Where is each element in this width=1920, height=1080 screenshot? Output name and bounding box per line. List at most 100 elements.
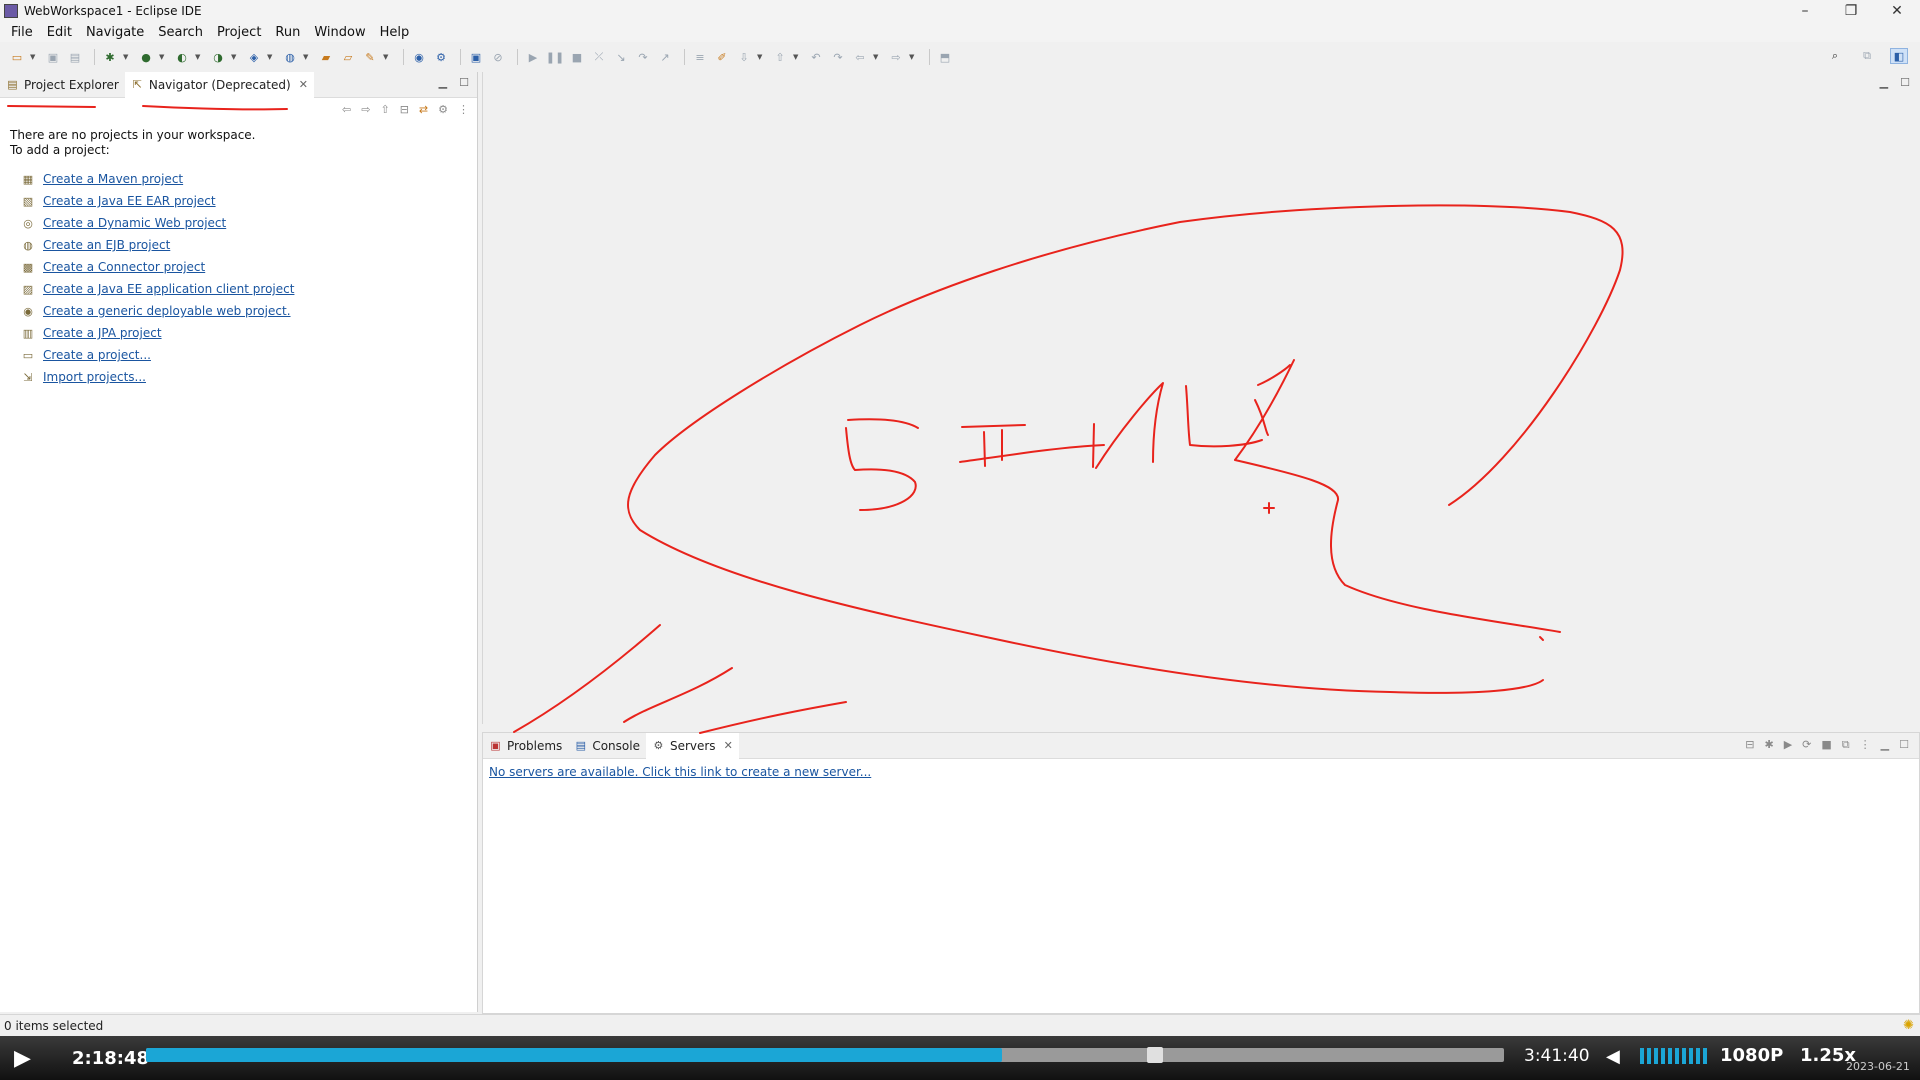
menu-search[interactable]: Search — [151, 25, 210, 40]
redo-edit-icon[interactable]: ↷ — [829, 49, 847, 65]
chevron-down-icon[interactable]: ▼ — [30, 53, 38, 61]
create-ear-link[interactable]: Create a Java EE EAR project — [43, 194, 216, 208]
coverage-icon[interactable]: ◐ — [173, 49, 191, 65]
save-all-icon[interactable]: ▤ — [66, 49, 84, 65]
tab-navigator[interactable]: ⇱ Navigator (Deprecated) ✕ — [124, 71, 314, 98]
menu-help[interactable]: Help — [373, 25, 417, 40]
quality-button[interactable]: 1080P — [1720, 1045, 1783, 1066]
new-server-icon[interactable]: ◈ — [245, 49, 263, 65]
restore-button[interactable]: ❐ — [1828, 0, 1874, 22]
debug-icon[interactable]: ✱ — [101, 49, 119, 65]
create-connector-link[interactable]: Create a Connector project — [43, 260, 205, 274]
start-server-icon[interactable]: ▶ — [1784, 738, 1792, 752]
seek-handle[interactable] — [1147, 1047, 1163, 1063]
tab-problems[interactable]: ▣ Problems — [483, 733, 568, 759]
create-app-client-link[interactable]: Create a Java EE application client proj… — [43, 282, 294, 296]
view-menu-icon[interactable]: ⋮ — [1860, 738, 1871, 752]
console-view-icon[interactable]: ▣ — [467, 49, 485, 65]
open-perspective-icon[interactable]: ⧉ — [1858, 48, 1876, 64]
pin-editor-icon[interactable]: ⬒ — [936, 49, 954, 65]
menu-navigate[interactable]: Navigate — [79, 25, 151, 40]
forward-icon[interactable]: ⇨ — [887, 49, 905, 65]
create-ejb-link[interactable]: Create an EJB project — [43, 238, 170, 252]
collapse-all-icon[interactable]: ⊟ — [1745, 738, 1754, 752]
back-icon[interactable]: ⇦ — [342, 103, 351, 116]
chevron-down-icon[interactable]: ▼ — [873, 53, 881, 61]
chevron-down-icon[interactable]: ▼ — [231, 53, 239, 61]
resume-icon[interactable]: ▶ — [524, 49, 542, 65]
minimize-button[interactable]: – — [1782, 0, 1828, 22]
suspend-icon[interactable]: ❚❚ — [546, 49, 564, 65]
create-maven-link[interactable]: Create a Maven project — [43, 172, 183, 186]
minimize-icon[interactable]: ▁ — [439, 76, 447, 89]
profile-server-icon[interactable]: ⟳ — [1802, 738, 1811, 752]
chevron-down-icon[interactable]: ▼ — [195, 53, 203, 61]
search-icon[interactable]: ⌕ — [1826, 48, 1844, 64]
up-icon[interactable]: ⇧ — [380, 103, 389, 116]
prev-annotation-icon[interactable]: ⇧ — [771, 49, 789, 65]
maximize-icon[interactable]: ☐ — [1900, 76, 1910, 89]
tip-lightbulb-icon[interactable]: ✺ — [1903, 1018, 1914, 1033]
filter-icon[interactable]: ⚙ — [438, 103, 448, 116]
seek-bar[interactable] — [146, 1047, 1504, 1063]
menu-window[interactable]: Window — [307, 25, 372, 40]
step-over-icon[interactable]: ↷ — [634, 49, 652, 65]
close-button[interactable]: ✕ — [1874, 0, 1920, 22]
chevron-down-icon[interactable]: ▼ — [909, 53, 917, 61]
collapse-all-icon[interactable]: ⊟ — [400, 103, 409, 116]
maximize-icon[interactable]: ☐ — [1899, 738, 1909, 752]
disconnect-icon[interactable]: ⤫ — [590, 49, 608, 65]
open-type-icon[interactable]: ▰ — [317, 49, 335, 65]
publish-icon[interactable]: ⧉ — [1842, 738, 1850, 752]
run-icon[interactable]: ● — [137, 49, 155, 65]
step-into-icon[interactable]: ↘ — [612, 49, 630, 65]
chevron-down-icon[interactable]: ▼ — [383, 53, 391, 61]
java-ee-perspective-icon[interactable]: ◧ — [1890, 48, 1908, 64]
stop-server-icon[interactable]: ■ — [1821, 738, 1831, 752]
debug-server-icon[interactable]: ✱ — [1764, 738, 1773, 752]
link-editor-icon[interactable]: ⇄ — [419, 103, 428, 116]
chevron-down-icon[interactable]: ▼ — [123, 53, 131, 61]
step-return-icon[interactable]: ↗ — [656, 49, 674, 65]
view-menu-icon[interactable]: ⋮ — [458, 103, 469, 116]
create-generic-web-link[interactable]: Create a generic deployable web project. — [43, 304, 291, 318]
chevron-down-icon[interactable]: ▼ — [793, 53, 801, 61]
volume-icon[interactable]: ◀ — [1606, 1046, 1620, 1067]
create-dynamic-web-link[interactable]: Create a Dynamic Web project — [43, 216, 226, 230]
next-annotation-icon[interactable]: ⇩ — [735, 49, 753, 65]
mark-occurrences-icon[interactable]: ✐ — [713, 49, 731, 65]
create-project-link[interactable]: Create a project... — [43, 348, 151, 362]
menu-file[interactable]: File — [4, 25, 40, 40]
menu-edit[interactable]: Edit — [40, 25, 79, 40]
save-icon[interactable]: ▣ — [44, 49, 62, 65]
globe-icon[interactable]: ◉ — [410, 49, 428, 65]
menu-project[interactable]: Project — [210, 25, 268, 40]
last-edit-icon[interactable]: ↶ — [807, 49, 825, 65]
close-icon[interactable]: ✕ — [724, 739, 733, 752]
external-tools-icon[interactable]: ◑ — [209, 49, 227, 65]
tab-servers[interactable]: ⚙ Servers ✕ — [645, 732, 739, 759]
play-icon[interactable]: ▶ — [14, 1046, 44, 1071]
search-tool-icon[interactable]: ✎ — [361, 49, 379, 65]
volume-level[interactable] — [1640, 1048, 1707, 1064]
menu-run[interactable]: Run — [268, 25, 307, 40]
chevron-down-icon[interactable]: ▼ — [303, 53, 311, 61]
minimize-icon[interactable]: ▁ — [1881, 738, 1889, 752]
new-icon[interactable]: ▭ — [8, 49, 26, 65]
terminate-icon[interactable]: ■ — [568, 49, 586, 65]
new-web-icon[interactable]: ◍ — [281, 49, 299, 65]
web-services-icon[interactable]: ⚙ — [432, 49, 450, 65]
create-server-link[interactable]: No servers are available. Click this lin… — [483, 759, 1919, 785]
open-resource-icon[interactable]: ▱ — [339, 49, 357, 65]
import-projects-link[interactable]: Import projects... — [43, 370, 146, 384]
editor-area[interactable]: ▁ ☐ — [482, 72, 1920, 724]
back-icon[interactable]: ⇦ — [851, 49, 869, 65]
minimize-icon[interactable]: ▁ — [1880, 76, 1888, 89]
create-jpa-link[interactable]: Create a JPA project — [43, 326, 162, 340]
maximize-icon[interactable]: ☐ — [459, 76, 469, 89]
toggle-mark-icon[interactable]: ≡ — [691, 49, 709, 65]
chevron-down-icon[interactable]: ▼ — [159, 53, 167, 61]
tab-project-explorer[interactable]: ▤ Project Explorer — [0, 72, 125, 98]
forward-icon[interactable]: ⇨ — [361, 103, 370, 116]
chevron-down-icon[interactable]: ▼ — [757, 53, 765, 61]
